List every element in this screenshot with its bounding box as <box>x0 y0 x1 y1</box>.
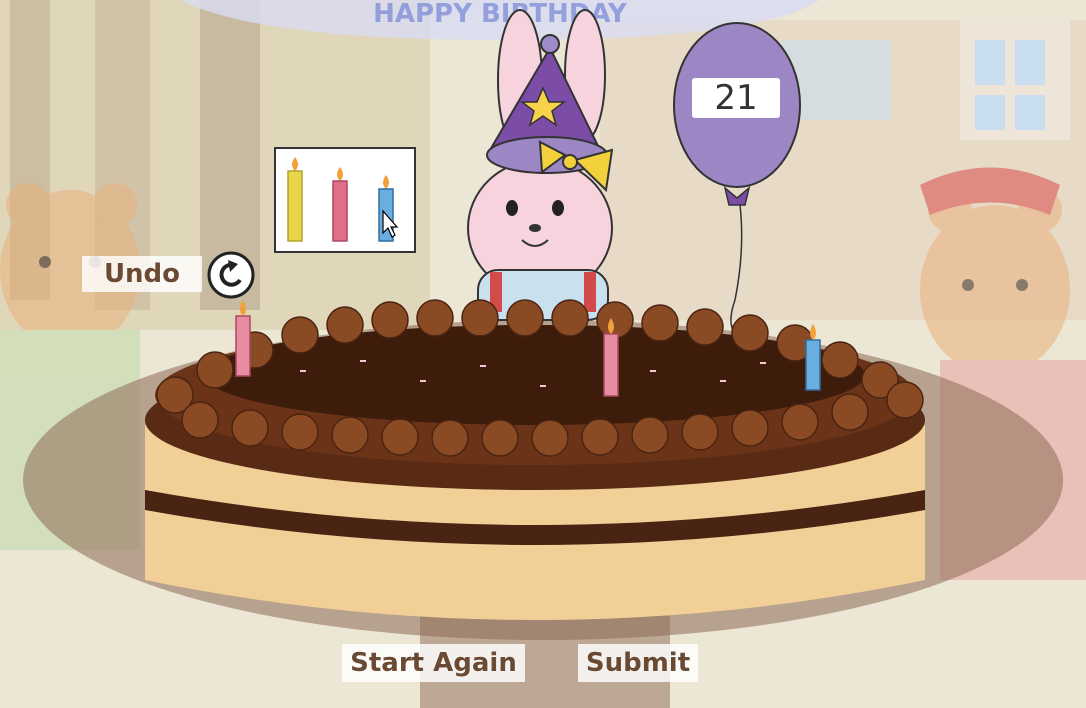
submit-button[interactable]: Submit <box>578 644 698 682</box>
background-art: HAPPY BIRTHDAY <box>0 0 1086 708</box>
start-again-button[interactable]: Start Again <box>342 644 525 682</box>
pink-candle[interactable] <box>332 167 348 242</box>
undo-button[interactable]: Undo <box>82 256 202 292</box>
game-scene: HAPPY BIRTHDAY 21 Undo Start Again Submi… <box>0 0 1086 708</box>
yellow-candle[interactable] <box>287 157 303 242</box>
undo-icon[interactable] <box>206 250 256 300</box>
candle-palette <box>274 147 416 253</box>
balloon-number: 21 <box>692 78 780 118</box>
